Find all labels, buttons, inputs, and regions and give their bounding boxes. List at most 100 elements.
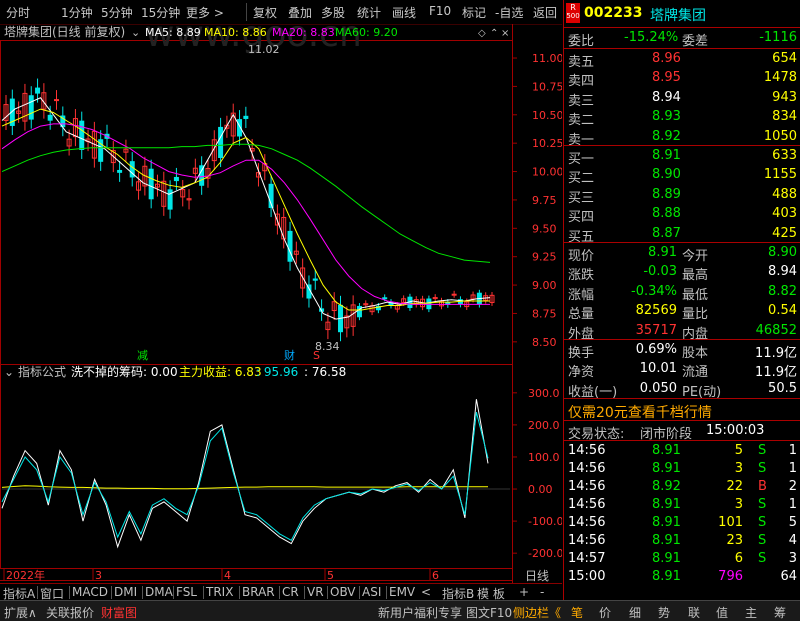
indicator-tab[interactable]: FSL [176, 585, 197, 599]
toolbar-item-add-watchlist[interactable]: -自选 [495, 4, 523, 21]
indicator-tab[interactable]: < [421, 585, 431, 599]
f10-graphic-button[interactable]: 图文F10 [466, 604, 512, 621]
toolbar-item-statistics[interactable]: 统计 [357, 4, 381, 21]
stat-value: 11.9亿 [755, 346, 797, 361]
tick-price: 8.91 [652, 551, 681, 566]
indicator-tab[interactable]: TRIX [206, 585, 233, 599]
book-row[interactable]: 卖二 8.93 834 [564, 108, 800, 128]
book-level: 买一 [568, 152, 595, 167]
tab-chips[interactable]: 筹 [774, 604, 786, 621]
toolbar-item-15min[interactable]: 15分钟 [141, 4, 180, 21]
chart-dropdown-icon[interactable]: ⌄ [131, 26, 140, 39]
toolbar-item-5min[interactable]: 5分钟 [101, 4, 133, 21]
toolbar-item-f10[interactable]: F10 [429, 4, 451, 18]
sidebar-toggle-button[interactable]: 侧边栏《 [513, 604, 561, 621]
book-row[interactable]: 买一 8.91 633 [564, 147, 800, 167]
tick-count: 2 [788, 479, 797, 494]
candle-body [312, 278, 318, 281]
x-axis: 2022年 3 4 5 6 [3, 568, 439, 582]
indicator-tab[interactable]: DMI [114, 585, 137, 599]
stat-row: 收益(一) 0.050 PE(动) 50.5 [564, 380, 800, 400]
candle-body [47, 114, 53, 121]
weibi-row: 委比 -15.24% 委差 -1116 [564, 29, 800, 49]
indicator-tab-bar: 指标A 窗口 MACD DMI DMA FSL TRIX BRAR CR VR OBV ASI EMV <… [0, 583, 562, 601]
tab-trades[interactable]: 笔 [571, 604, 583, 621]
book-volume: 1478 [763, 70, 797, 86]
sub-val2-label: : 76.58 [304, 365, 346, 379]
indicator-tab[interactable]: CR [282, 585, 299, 599]
chart-area[interactable]: www.goo.cn 塔牌集团(日线 前复权) ⌄ MA5: 8.89 MA10… [0, 24, 562, 583]
indicator-tab[interactable]: EMV [389, 585, 415, 599]
tab-price[interactable]: 价 [599, 604, 611, 621]
wealth-chart-button[interactable]: 财富图 [101, 604, 137, 621]
indicator-tab[interactable]: + [519, 585, 529, 599]
indicator-tab[interactable]: OBV [330, 585, 356, 599]
indicator-tab[interactable]: - [540, 585, 544, 599]
book-row[interactable]: 卖三 8.94 943 [564, 89, 800, 109]
book-row[interactable]: 买四 8.88 403 [564, 205, 800, 225]
candle-body [287, 230, 293, 262]
tab-trend[interactable]: 势 [658, 604, 670, 621]
main-ytick-label: 9.50 [532, 222, 557, 235]
toolbar-item-back[interactable]: 返回 [533, 4, 557, 21]
indicator-tab[interactable]: DMA [145, 585, 173, 599]
tick-price: 8.92 [652, 479, 681, 494]
indicator-tab[interactable]: BRAR [242, 585, 275, 599]
ma-line-ma60 [1, 143, 491, 263]
toolbar-item-draw-line[interactable]: 画线 [392, 4, 416, 21]
book-row[interactable]: 买二 8.90 1155 [564, 166, 800, 186]
diamond-icon[interactable]: ◇ [478, 28, 486, 39]
toolbar-item-1min[interactable]: 1分钟 [61, 4, 93, 21]
toolbar-item-mark[interactable]: 标记 [462, 4, 486, 21]
stat-value: 0.69% [635, 342, 677, 357]
stat-row: 涨幅 -0.34% 最低 8.82 [564, 283, 800, 303]
candle-body [148, 168, 154, 200]
book-row[interactable]: 卖四 8.95 1478 [564, 69, 800, 89]
sub-val1-label: : 95.96 [256, 365, 298, 379]
tick-direction: S [758, 533, 767, 548]
quote-panel: R 500 002233 塔牌集团 委比 -15.24% 委差 -1116 卖五… [563, 0, 800, 620]
book-volume: 488 [772, 186, 797, 202]
new-user-benefit-link[interactable]: 新用户福利专享 [378, 604, 462, 621]
promo-link[interactable]: 仅需20元查看千档行情 [568, 402, 712, 422]
up-icon[interactable]: ⌃ [490, 28, 498, 39]
stat-value: 10.01 [639, 361, 677, 377]
sub-dropdown-icon[interactable]: ⌄ [4, 365, 14, 379]
candle-body [451, 293, 457, 296]
tick-price: 8.91 [652, 443, 681, 458]
tick-direction: S [758, 551, 767, 566]
indicator-tab[interactable]: MACD [72, 585, 108, 599]
book-price: 8.90 [652, 167, 681, 183]
tab-detail[interactable]: 细 [629, 604, 641, 621]
tick-direction: B [758, 479, 767, 494]
tab-related[interactable]: 联 [688, 604, 700, 621]
promo-row[interactable]: 仅需20元查看千档行情 [564, 401, 800, 422]
tab-value[interactable]: 值 [716, 604, 728, 621]
stat-label: 最高 [682, 268, 709, 284]
toolbar-item-restore-rights[interactable]: 复权 [253, 4, 277, 21]
tick-direction: S [758, 461, 767, 476]
sub-ytick-label: -100.0 [528, 515, 562, 528]
close-icon[interactable]: × [501, 28, 509, 39]
book-row[interactable]: 卖一 8.92 1050 [564, 128, 800, 148]
period-toolbar: 分时 1分钟 5分钟 15分钟 更多 > 复权 叠加 多股 统计 画线 F10 … [0, 0, 562, 25]
stat-label: 净资 [568, 365, 595, 381]
book-row[interactable]: 卖五 8.96 654 [564, 50, 800, 70]
toolbar-item-multi-stock[interactable]: 多股 [321, 4, 345, 21]
expand-button[interactable]: 扩展∧ [4, 604, 37, 621]
main-ytick-label: 9.00 [532, 279, 557, 292]
toolbar-item-overlay[interactable]: 叠加 [288, 4, 312, 21]
book-price: 8.89 [652, 186, 681, 202]
tick-volume: 3 [734, 497, 743, 512]
book-row[interactable]: 买五 8.87 425 [564, 225, 800, 245]
book-row[interactable]: 买三 8.89 488 [564, 186, 800, 206]
toolbar-item-fenshi[interactable]: 分时 [6, 4, 30, 21]
indicator-tab[interactable]: VR [307, 585, 324, 599]
related-quote-button[interactable]: 关联报价 [46, 604, 94, 621]
tick-price: 8.91 [652, 515, 681, 530]
indicator-tab[interactable]: ASI [362, 585, 381, 599]
toolbar-item-more[interactable]: 更多 > [186, 4, 224, 21]
tick-row: 14:56 8.91 5 S 1 [564, 442, 800, 461]
tab-main[interactable]: 主 [745, 604, 757, 621]
weibi-label: 委比 [568, 34, 595, 49]
